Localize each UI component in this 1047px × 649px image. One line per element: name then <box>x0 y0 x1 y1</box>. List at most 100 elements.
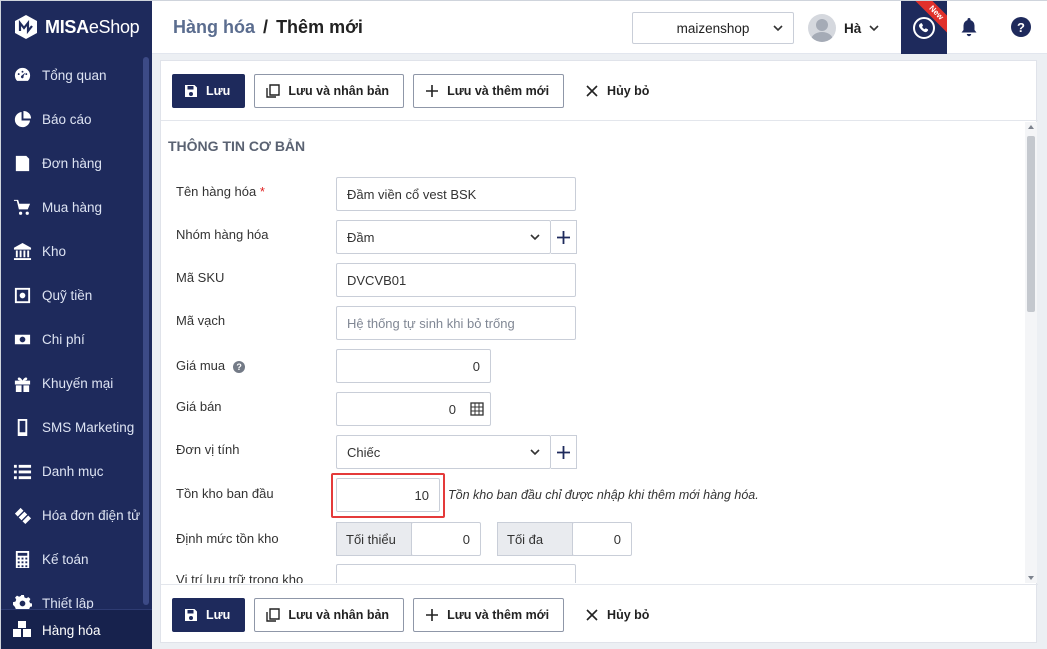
sidebar-item-label: Khuyến mại <box>42 375 114 391</box>
storage-location-input[interactable] <box>336 564 576 583</box>
sidebar-item-label: Quỹ tiền <box>42 287 93 303</box>
save-and-duplicate-button[interactable]: Lưu và nhân bản <box>254 73 405 108</box>
sale-price-input[interactable]: 0 <box>336 392 491 426</box>
cancel-button[interactable]: Hủy bỏ <box>573 74 664 108</box>
stock-min-input[interactable]: 0 <box>411 522 481 556</box>
sidebar-item-label: Danh mục <box>42 463 104 479</box>
save-and-add-new-label: Lưu và thêm mới <box>447 607 550 622</box>
save-and-add-new-button[interactable]: Lưu và thêm mới <box>413 73 565 108</box>
sidebar-scrollbar[interactable] <box>143 57 149 605</box>
list-icon <box>12 461 32 481</box>
sidebar-item-label: Kho <box>42 243 67 259</box>
add-unit-button[interactable] <box>551 435 577 469</box>
breadcrumb: Hàng hóa / Thêm mới <box>173 17 363 38</box>
sku-input[interactable]: DVCVB01 <box>336 263 576 297</box>
stock-max-input[interactable]: 0 <box>572 522 632 556</box>
avatar <box>808 14 836 42</box>
save-and-duplicate-button[interactable]: Lưu và nhân bản <box>254 597 405 632</box>
chevron-down-icon <box>530 234 540 241</box>
logo-text: MISAeShop <box>45 16 140 37</box>
chevron-down-icon <box>869 25 879 32</box>
sidebar-item-quy-tien[interactable]: Quỹ tiền <box>1 273 143 317</box>
sidebar-item-bao-cao[interactable]: Báo cáo <box>1 97 143 141</box>
opening-stock-hint: Tồn kho ban đầu chỉ được nhập khi thêm m… <box>448 488 759 502</box>
help-button[interactable]: ? <box>1011 17 1031 37</box>
basic-info-form: THÔNG TIN CƠ BẢN Tên hàng hóa * Đầm viền… <box>161 122 1023 583</box>
cart-icon <box>12 197 32 217</box>
floppy-disk-icon <box>185 84 197 97</box>
sidebar-item-chi-phi[interactable]: Chi phí <box>1 317 143 361</box>
warehouse-icon <box>12 241 32 261</box>
notification-bell-icon[interactable] <box>960 17 978 37</box>
sidebar-item-khuyen-mai[interactable]: Khuyến mại <box>1 361 143 405</box>
sidebar-item-hoa-don-dien-tu[interactable]: Hóa đơn điện tử <box>1 493 143 537</box>
misa-logo-icon <box>15 15 37 39</box>
price-table-icon[interactable] <box>470 402 484 416</box>
order-icon <box>12 153 32 173</box>
shop-select[interactable]: maizenshop <box>632 12 794 44</box>
product-name-input[interactable]: Đầm viền cổ vest BSK <box>336 177 576 211</box>
sidebar-item-tong-quan[interactable]: Tổng quan <box>1 53 143 97</box>
sidebar-item-label: Tổng quan <box>42 67 107 83</box>
user-name: Hà <box>844 20 862 36</box>
phone-icon <box>12 417 32 437</box>
save-and-add-new-button[interactable]: Lưu và thêm mới <box>413 597 565 632</box>
product-name-label: Tên hàng hóa * <box>176 184 265 199</box>
scroll-thumb[interactable] <box>1027 136 1035 312</box>
product-group-label: Nhóm hàng hóa <box>176 227 269 242</box>
required-mark: * <box>259 184 265 199</box>
purchase-price-input[interactable]: 0 <box>336 349 491 383</box>
product-group-select[interactable]: Đầm <box>336 220 551 254</box>
sidebar-item-mua-hang[interactable]: Mua hàng <box>1 185 143 229</box>
app-logo[interactable]: MISAeShop <box>1 1 152 53</box>
stock-min-addon: Tối thiểu <box>336 522 412 556</box>
dashboard-icon <box>12 65 32 85</box>
scroll-up-arrow[interactable] <box>1028 125 1034 129</box>
sidebar-item-label: Báo cáo <box>42 111 92 127</box>
gift-icon <box>12 373 32 393</box>
sidebar-item-danh-muc[interactable]: Danh mục <box>1 449 143 493</box>
main-content: Lưu Lưu và nhân bản Lưu và thêm mới Hủy … <box>152 54 1047 649</box>
sidebar-item-label: Kế toán <box>42 551 89 567</box>
scroll-down-arrow[interactable] <box>1028 576 1034 580</box>
opening-stock-label: Tồn kho ban đầu <box>176 486 274 501</box>
unit-select[interactable]: Chiếc <box>336 435 551 469</box>
copy-icon <box>266 83 281 98</box>
stock-limit-label: Định mức tồn kho <box>176 531 279 546</box>
barcode-input[interactable]: Hệ thống tự sinh khi bỏ trống <box>336 306 576 340</box>
sidebar-item-kho[interactable]: Kho <box>1 229 143 273</box>
stock-max-addon: Tối đa <box>497 522 573 556</box>
save-and-duplicate-label: Lưu và nhân bản <box>288 83 390 98</box>
breadcrumb-parent[interactable]: Hàng hóa <box>173 17 255 37</box>
phone-call-icon <box>913 16 935 39</box>
invoice-icon <box>12 505 32 525</box>
save-button-label: Lưu <box>206 607 231 622</box>
sidebar-item-label: Hóa đơn điện tử <box>42 507 141 523</box>
sidebar-item-label: Đơn hàng <box>42 155 102 171</box>
copy-icon <box>266 607 281 622</box>
sidebar-item-ke-toan[interactable]: Kế toán <box>1 537 143 581</box>
sidebar-item-sms-marketing[interactable]: SMS Marketing <box>1 405 143 449</box>
plus-icon <box>426 608 439 621</box>
sidebar-item-don-hang[interactable]: Đơn hàng <box>1 141 143 185</box>
save-and-add-new-label: Lưu và thêm mới <box>447 83 550 98</box>
save-button[interactable]: Lưu <box>172 597 246 632</box>
sale-price-label: Giá bán <box>176 399 222 414</box>
chevron-down-icon <box>530 449 540 456</box>
plus-icon <box>557 230 570 244</box>
save-button[interactable]: Lưu <box>172 73 246 108</box>
close-icon <box>586 84 598 97</box>
user-menu[interactable]: Hà <box>808 13 879 43</box>
add-product-group-button[interactable] <box>551 220 577 254</box>
help-icon[interactable]: ? <box>233 360 246 373</box>
sidebar: MISAeShop Tổng quan Báo cáo Đơn hàng Mua… <box>1 1 152 649</box>
highlight-box <box>331 473 445 518</box>
support-call-button[interactable]: New <box>901 1 947 54</box>
page-title: Thêm mới <box>276 17 363 37</box>
sidebar-item-hang-hoa[interactable]: Hàng hóa <box>1 609 152 649</box>
form-scrollbar[interactable] <box>1025 122 1037 583</box>
close-icon <box>586 608 598 621</box>
breadcrumb-separator: / <box>263 17 269 37</box>
cancel-button[interactable]: Hủy bỏ <box>573 598 664 632</box>
plus-icon <box>557 445 570 459</box>
